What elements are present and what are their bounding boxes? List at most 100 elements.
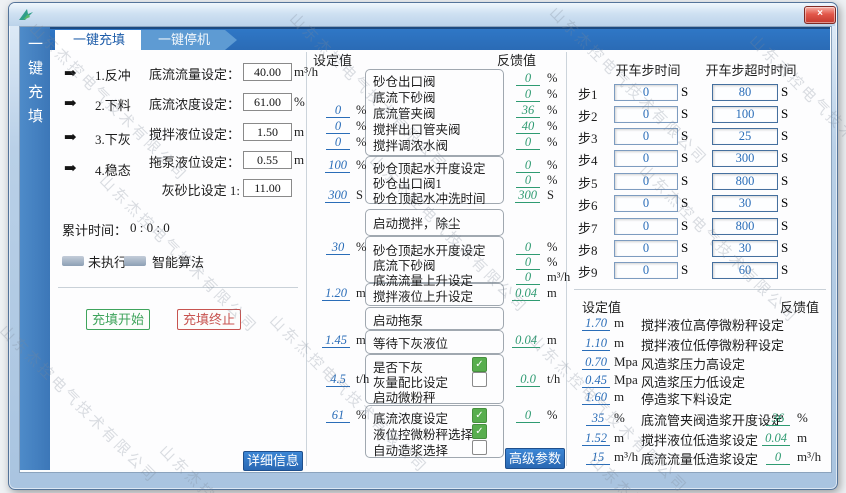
mid-row: 底流下砂阀 0 % [306, 87, 566, 105]
underflow-density-input[interactable]: 61.00 [243, 93, 292, 111]
title-bar[interactable] [9, 3, 835, 26]
step-timeout-input[interactable]: 800 [712, 218, 778, 235]
set-value[interactable]: 1.70 [582, 316, 610, 331]
step-number: 步3 [578, 131, 598, 146]
mid-row: 0 % 底流管夹阀 36 % [306, 103, 566, 121]
feedback-value: 0 [516, 270, 540, 285]
set-value[interactable]: 1.52 [582, 431, 610, 446]
unit-label: S [781, 218, 789, 233]
set-value[interactable]: 4.5 [326, 372, 350, 387]
underflow-flow-input[interactable]: 40.00 [243, 63, 292, 81]
feedback-unit: % [547, 135, 558, 149]
tab-one-key-fill[interactable]: 一键充填 [55, 30, 153, 50]
auto-slurry-checkbox[interactable]: ✓ [472, 440, 487, 455]
unit-label: S [681, 195, 689, 210]
unit-label: S [681, 240, 689, 255]
mid-row: 底流流量上升设定 0 m³/h [306, 270, 570, 288]
feedback-unit: % [547, 173, 558, 187]
step-name: 2.下料 [95, 98, 131, 113]
set-value[interactable]: 35 [586, 411, 610, 426]
set-value[interactable]: 0 [326, 119, 350, 134]
field-label: 底流流量设定： [148, 67, 240, 82]
fill-start-button[interactable]: 充填开始 [86, 309, 150, 330]
ash-sand-ratio-input[interactable]: 11.00 [243, 179, 292, 197]
step-timeout-input[interactable]: 25 [712, 128, 778, 145]
step-timeout-input[interactable]: 800 [712, 173, 778, 190]
feedback-value-header: 反馈值 [497, 53, 537, 68]
feedback-value: 0 [516, 87, 540, 102]
step-time-input[interactable]: 0 [614, 195, 678, 212]
close-button[interactable]: × [804, 6, 836, 24]
advanced-params-button[interactable]: 高级参数 [505, 448, 565, 469]
set-value[interactable]: 100 [325, 158, 350, 173]
field-label: 搅拌液位设定： [148, 127, 240, 142]
step-timeout-input[interactable]: 30 [712, 195, 778, 212]
tab-one-key-stop[interactable]: 一键停机 [141, 30, 237, 50]
step-time-input[interactable]: 0 [614, 128, 678, 145]
step-timeout-input[interactable]: 60 [712, 262, 778, 279]
step-name: 1.反冲 [95, 68, 131, 83]
fill-stop-button[interactable]: 充填终止 [177, 309, 241, 330]
feedback-value: 36 [516, 103, 540, 118]
set-value[interactable]: 15 [586, 450, 610, 465]
param-label: 底流流量低造浆设定 [641, 452, 759, 467]
feedback-unit: m³/h [797, 449, 822, 464]
set-value[interactable]: 1.10 [582, 336, 610, 351]
step-time-input[interactable]: 0 [614, 218, 678, 235]
set-value[interactable]: 0 [326, 103, 350, 118]
detail-info-button[interactable]: 详细信息 [243, 451, 303, 471]
step-time-input[interactable]: 0 [614, 173, 678, 190]
step-time-input[interactable]: 0 [614, 106, 678, 123]
step-timeout-input[interactable]: 300 [712, 150, 778, 167]
row-label: 启动搅拌，除尘 [373, 217, 461, 231]
unit-label: m [614, 315, 625, 330]
set-value[interactable]: 300 [325, 188, 350, 203]
set-value[interactable]: 61 [326, 408, 350, 423]
row-label: 启动微粉秤 [373, 391, 436, 405]
unit-label: S [681, 173, 689, 188]
set-value[interactable]: 30 [326, 240, 350, 255]
step-time-input[interactable]: 0 [614, 150, 678, 167]
param-label: 停造浆下料设定 [641, 392, 733, 407]
level-scale-checkbox[interactable]: ✓ [472, 424, 487, 439]
not-running-indicator [62, 256, 84, 266]
mid-row: 61 % 底流浓度设定 ✓ 0 % [306, 408, 566, 426]
step-timeout-input[interactable]: 30 [712, 240, 778, 257]
unit-label: S [781, 106, 789, 121]
set-value[interactable]: 1.60 [582, 390, 610, 405]
unit-label: S [681, 218, 689, 233]
feedback-value: 0.04 [762, 431, 790, 446]
mid-row: 0 % 搅拌出口管夹阀 40 % [306, 119, 566, 137]
mixer-level-input[interactable]: 1.50 [243, 123, 292, 141]
feedback-value: 36 [766, 411, 790, 426]
step-time-input[interactable]: 0 [614, 84, 678, 101]
unit-label: m [614, 389, 625, 404]
set-value[interactable]: 0.45 [582, 373, 610, 388]
unit-label: S [681, 150, 689, 165]
row-label: 等待下灰液位 [373, 337, 449, 351]
set-unit: % [356, 103, 367, 117]
set-value[interactable]: 1.20 [322, 286, 350, 301]
step-time-input[interactable]: 0 [614, 240, 678, 257]
mid-row: 启动拖泵 [306, 310, 566, 328]
feedback-unit: m³/h [547, 270, 571, 284]
ash-enable-checkbox[interactable]: ✓ [472, 357, 487, 372]
step-timeout-input[interactable]: 80 [712, 84, 778, 101]
feedback-unit: % [547, 158, 558, 172]
params-feedback-header: 反馈值 [780, 300, 820, 315]
sidebar-vertical-title: 一键充填 [26, 36, 42, 132]
mid-row: 100 % 砂仓顶起水开度设定 0 % [306, 158, 566, 176]
ash-ratio-checkbox[interactable]: ✓ [472, 372, 487, 387]
row-label: 搅拌调浓水阀 [373, 139, 449, 153]
step-timeout-input[interactable]: 100 [712, 106, 778, 123]
pump-level-input[interactable]: 0.55 [243, 151, 292, 169]
set-value[interactable]: 0.70 [582, 355, 610, 370]
set-value[interactable]: 1.45 [322, 333, 350, 348]
feedback-value: 0 [516, 158, 540, 173]
step-time-input[interactable]: 0 [614, 262, 678, 279]
unit-label: S [781, 84, 789, 99]
unit-label: Mpa [614, 372, 638, 387]
set-value[interactable]: 0 [326, 135, 350, 150]
density-set-checkbox[interactable]: ✓ [472, 408, 487, 423]
mid-row: 底流下砂阀 0 % [306, 255, 566, 273]
